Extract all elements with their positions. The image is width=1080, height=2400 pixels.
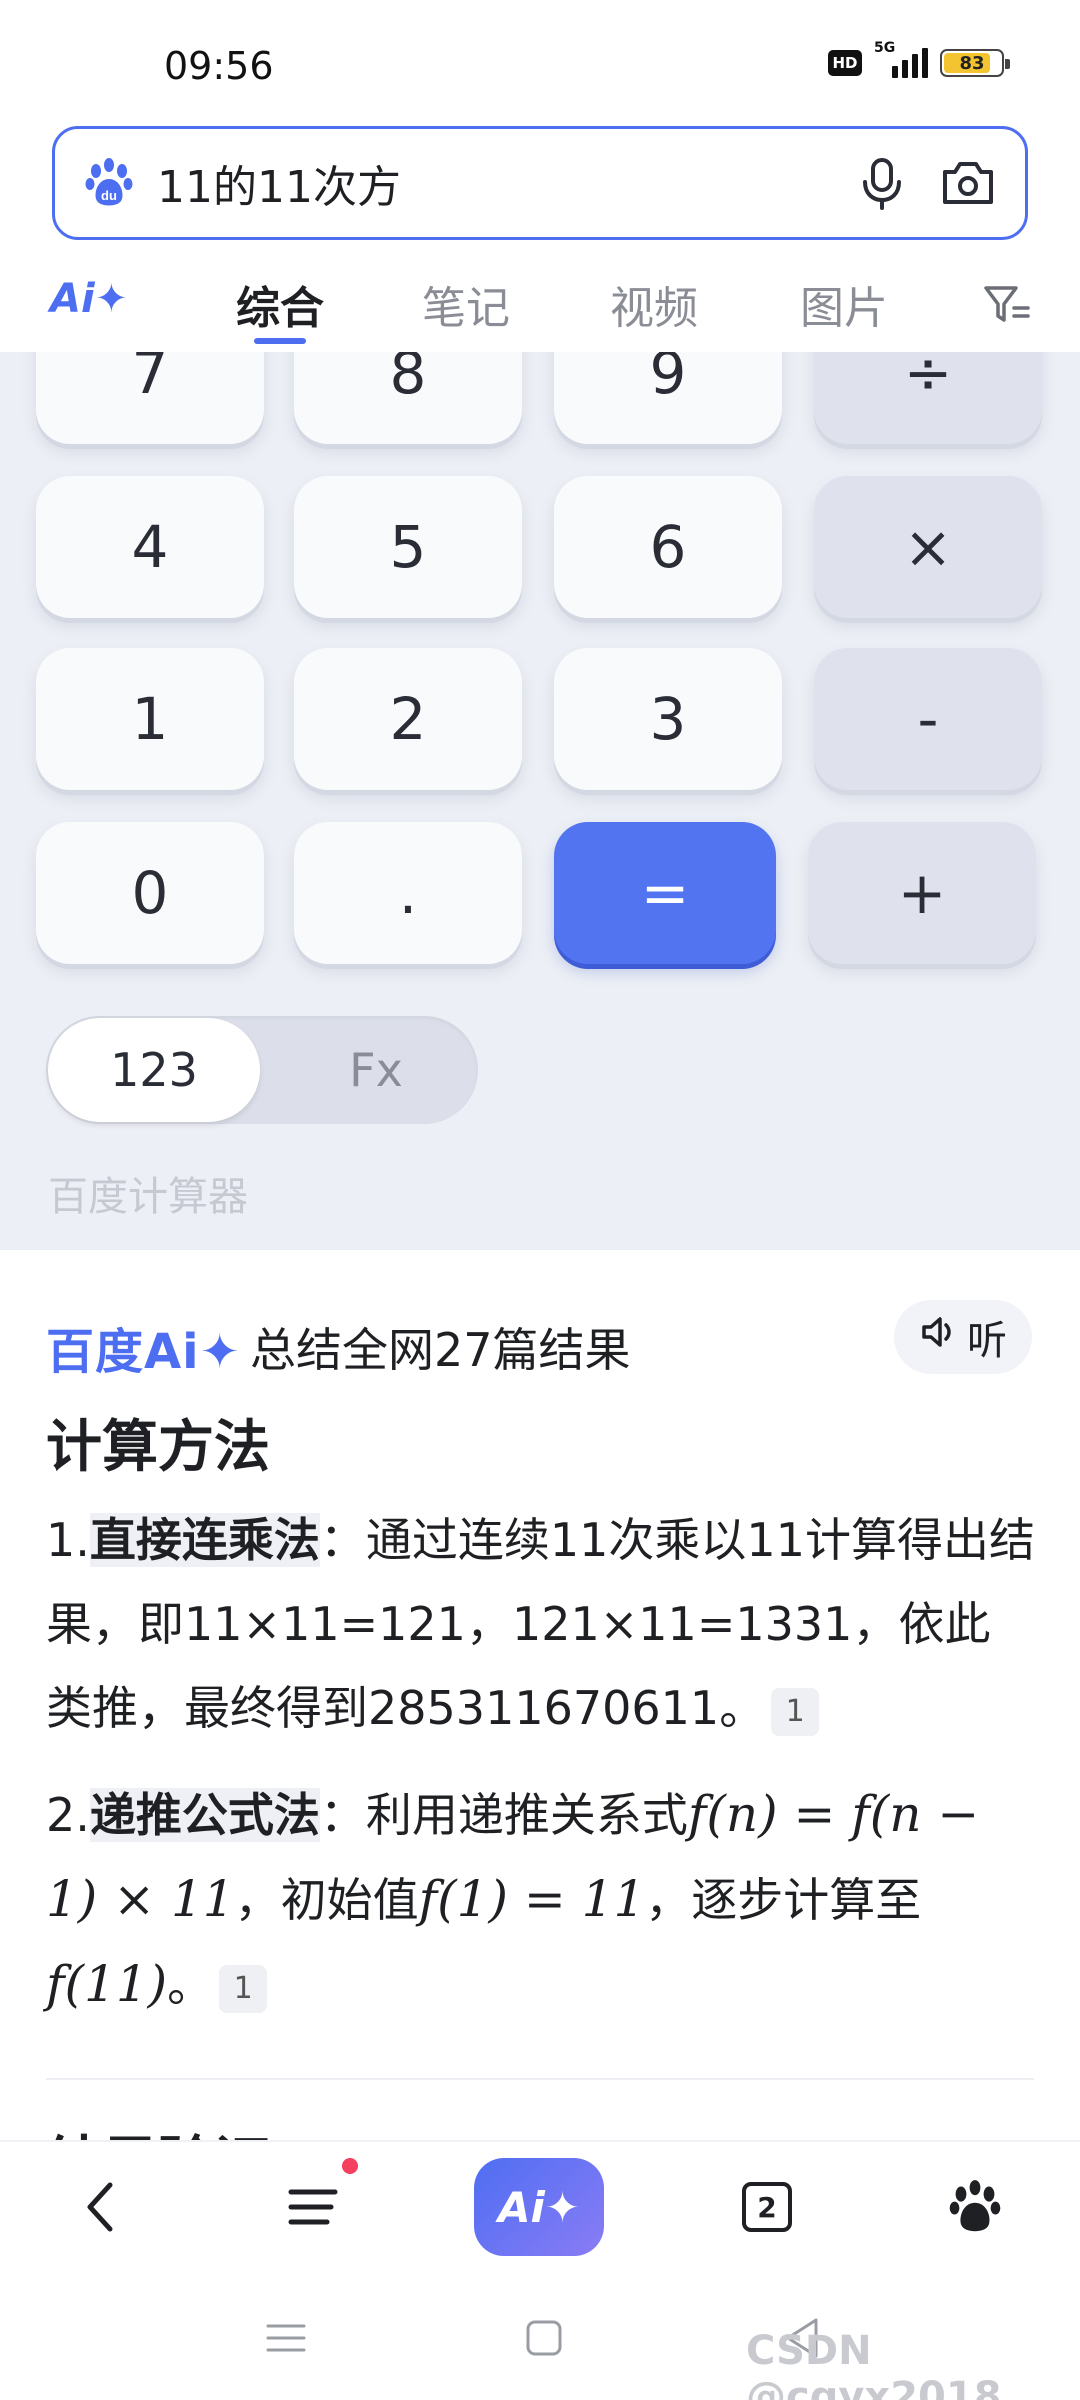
method-2-name: 递推公式法 <box>89 1788 320 1842</box>
calculator-caption: 百度计算器 <box>48 1174 248 1220</box>
watermark: CSDN @cqyx2018 <box>746 2328 1002 2400</box>
camera-icon[interactable] <box>939 154 997 212</box>
key-8[interactable]: 8 <box>294 352 522 444</box>
tab-comprehensive[interactable]: 综合 <box>236 272 324 336</box>
tab-images[interactable]: 图片 <box>800 272 888 336</box>
status-time: 09:56 <box>164 44 274 88</box>
key-4[interactable]: 4 <box>36 476 264 618</box>
speaker-icon <box>919 1312 959 1362</box>
method-2-index: 2. <box>46 1788 90 1842</box>
nav-menu-icon[interactable] <box>256 2308 316 2368</box>
method-1-name: 直接连乘法 <box>89 1513 320 1567</box>
baidu-ai-logo: 百度Ai✦ <box>46 1324 241 1380</box>
method-2-text-b: ，初始值 <box>234 1873 419 1927</box>
next-section-title: 结果验证 <box>46 2118 270 2140</box>
listen-button[interactable]: 听 <box>894 1300 1032 1374</box>
microphone-icon[interactable] <box>853 154 911 212</box>
key-6[interactable]: 6 <box>554 476 782 618</box>
tab-videos[interactable]: 视频 <box>610 272 698 336</box>
battery-percent: 83 <box>959 52 985 74</box>
key-9[interactable]: 9 <box>554 352 782 444</box>
signal-icon: 5G <box>874 40 928 78</box>
search-input[interactable]: 11的11次方 <box>157 151 825 215</box>
key-decimal[interactable]: . <box>294 822 522 964</box>
tabs-button[interactable]: 2 <box>722 2162 812 2252</box>
battery-icon: 83 <box>940 49 1010 77</box>
mode-function[interactable]: Fx <box>276 1016 476 1124</box>
key-2[interactable]: 2 <box>294 648 522 790</box>
target-formula: f(11) <box>46 1955 168 2013</box>
status-icons: HD 5G 83 <box>828 40 1010 78</box>
key-minus[interactable]: - <box>814 648 1042 790</box>
filter-icon[interactable] <box>982 282 1032 328</box>
network-type: 5G <box>874 40 896 56</box>
active-tab-indicator <box>254 338 306 344</box>
notification-dot <box>342 2158 358 2174</box>
method-2: 2.递推公式法：利用递推关系式f(n) = f(n − 1) × 11，初始值f… <box>46 1772 1036 2027</box>
search-tabs: Ai✦ 综合 笔记 视频 图片 <box>0 262 1080 352</box>
method-2-text-a: ：利用递推关系式 <box>319 1788 688 1842</box>
listen-label: 听 <box>967 1318 1007 1364</box>
system-nav-bar: CSDN @cqyx2018 <box>0 2270 1080 2400</box>
divider <box>46 2078 1034 2080</box>
tab-ai[interactable]: Ai✦ <box>50 276 128 322</box>
method-1: 1.直接连乘法：通过连续11次乘以11计算得出结果，即11×11=121，121… <box>46 1498 1036 1750</box>
key-0[interactable]: 0 <box>36 822 264 964</box>
back-icon[interactable] <box>56 2162 146 2252</box>
ai-assistant-button[interactable]: Ai✦ <box>474 2158 604 2256</box>
mode-basic[interactable]: 123 <box>48 1018 260 1122</box>
status-bar: 09:56 HD 5G 83 <box>0 0 1080 120</box>
hd-badge: HD <box>828 50 862 76</box>
ai-answer-card: 百度Ai✦ 总结全网27篇结果 听 计算方法 1.直接连乘法：通过连续11次乘以… <box>0 1260 1080 2140</box>
citation-badge[interactable]: 1 <box>771 1687 820 1736</box>
calculator: 7 8 9 ÷ 4 5 6 × 1 2 3 - 0 . = + 123 Fx 百… <box>0 352 1080 1250</box>
key-1[interactable]: 1 <box>36 648 264 790</box>
calculator-mode-toggle[interactable]: 123 Fx <box>46 1016 478 1124</box>
method-2-text-d: 。 <box>167 1958 214 2012</box>
tab-count-icon: 2 <box>742 2182 792 2232</box>
logo-text: du <box>101 188 117 203</box>
key-equals[interactable]: = <box>554 822 776 964</box>
search-box[interactable]: du 11的11次方 <box>52 126 1028 240</box>
key-divide[interactable]: ÷ <box>814 352 1042 444</box>
bottom-toolbar: Ai✦ 2 <box>0 2140 1080 2270</box>
ai-summary-label: 总结全网27篇结果 <box>250 1323 631 1377</box>
citation-badge[interactable]: 1 <box>219 1964 268 2013</box>
method-1-index: 1. <box>46 1513 90 1567</box>
nav-home-icon[interactable] <box>514 2308 574 2368</box>
menu-icon[interactable] <box>268 2162 358 2252</box>
tab-notes[interactable]: 笔记 <box>422 272 510 336</box>
key-3[interactable]: 3 <box>554 648 782 790</box>
key-5[interactable]: 5 <box>294 476 522 618</box>
baidu-home-icon[interactable] <box>930 2162 1020 2252</box>
key-multiply[interactable]: × <box>814 476 1042 618</box>
key-plus[interactable]: + <box>808 822 1036 964</box>
key-7[interactable]: 7 <box>36 352 264 444</box>
baidu-paw-icon: du <box>83 157 135 209</box>
initial-value-formula: f(1) = 11 <box>418 1870 646 1928</box>
section-title: 计算方法 <box>46 1415 270 1480</box>
method-2-text-c: ，逐步计算至 <box>645 1873 922 1927</box>
